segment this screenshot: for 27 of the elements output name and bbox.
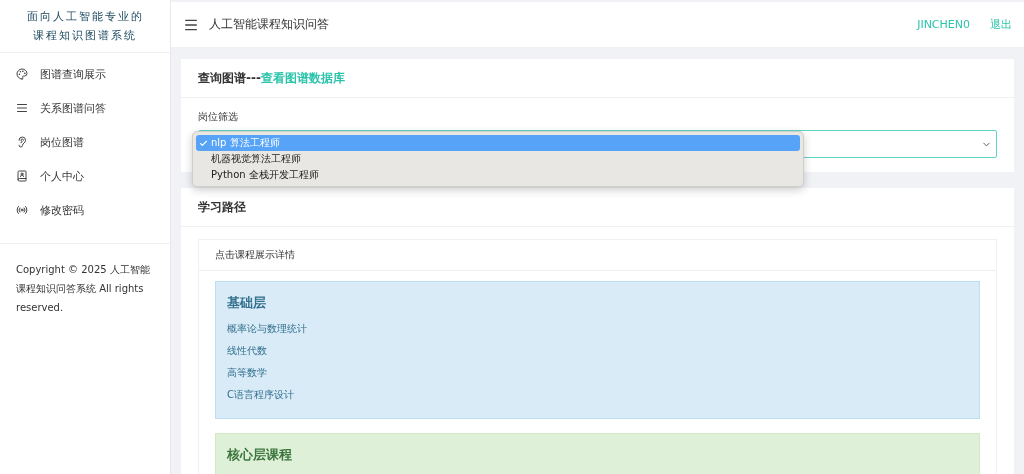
level-title: 核心层课程 [227,446,293,464]
sidebar-item[interactable]: 个人中心 [0,159,170,193]
dropdown-option[interactable]: nlp 算法工程师 [196,135,800,151]
ear-icon [16,136,28,148]
broadcast-icon [16,204,28,216]
sidebar-item[interactable]: 图谱查询展示 [0,57,170,91]
contact-book-icon [16,170,28,182]
check-icon [199,138,208,148]
filter-label: 岗位筛选 [198,110,239,124]
course-link[interactable]: 高等数学 [227,362,968,384]
dropdown-option[interactable]: 机器视觉算法工程师 [196,151,800,167]
course-link[interactable]: 线性代数 [227,340,968,362]
palette-icon [16,68,28,80]
card-title: 学习路径 [198,198,246,216]
card-title: 查询图谱--- [198,69,261,87]
level-title: 基础层 [227,294,267,312]
sidebar-item[interactable]: 关系图谱问答 [0,91,170,125]
lines-icon [16,102,28,114]
course-link[interactable]: 概率论与数理统计 [227,318,968,340]
page-title: 人工智能课程知识问答 [209,16,330,33]
copyright-text: Copyright © 2025 人工智能课程知识问答系统 All rights reserved. [15,263,151,315]
logo-title: 面向人工智能专业的 课程知识图谱系统 [0,0,170,53]
hint-text: 点击课程展示详情 [215,248,295,262]
course-link[interactable]: C语言程序设计 [227,384,968,406]
dropdown-option[interactable]: Python 全栈开发工程师 [196,167,800,183]
sidebar-item[interactable]: 修改密码 [0,193,170,227]
sidebar-item[interactable]: 岗位图谱 [0,125,170,159]
